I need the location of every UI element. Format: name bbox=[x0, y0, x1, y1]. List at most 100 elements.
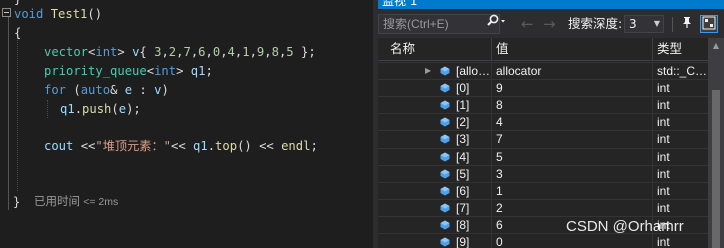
collapse-toggle-icon[interactable] bbox=[2, 8, 11, 17]
watch-row-value[interactable]: 1 bbox=[496, 183, 652, 199]
watch-row-name: [9] bbox=[456, 235, 470, 248]
watch-row-value[interactable]: 0 bbox=[496, 234, 652, 248]
watch-row-type: int bbox=[657, 149, 670, 164]
scroll-thumb[interactable] bbox=[712, 90, 720, 248]
variable-icon bbox=[440, 152, 450, 161]
watch-row[interactable]: [1] 8 int bbox=[378, 97, 708, 113]
variable-icon bbox=[440, 117, 450, 127]
perf-tip-line: } 已用时间 <= 2ms bbox=[0, 193, 373, 211]
watch-row-name: [5] bbox=[456, 166, 470, 181]
perf-tip-time: <= 2ms bbox=[83, 196, 119, 208]
variable-icon bbox=[440, 237, 450, 247]
variable-icon bbox=[440, 203, 450, 213]
variable-icon bbox=[440, 66, 450, 76]
watch-row[interactable]: [3] 7 int bbox=[378, 131, 708, 147]
code-line-2: { bbox=[14, 26, 22, 40]
watch-row-value[interactable]: 4 bbox=[496, 114, 652, 130]
variable-icon bbox=[440, 100, 450, 110]
watch-row[interactable]: [2] 4 int bbox=[378, 114, 708, 130]
watch-row-value[interactable]: 2 bbox=[496, 200, 652, 216]
variable-icon bbox=[440, 186, 450, 196]
perf-tip-label: 已用时间 bbox=[34, 196, 80, 208]
column-header-type[interactable]: 类型 bbox=[657, 38, 682, 60]
variable-icon bbox=[440, 83, 450, 93]
screenshot-root: } void Test1() { vector<int> v{ 3,2,7,6,… bbox=[0, 0, 724, 248]
watch-row-type: int bbox=[657, 183, 670, 198]
search-button[interactable] bbox=[486, 14, 516, 34]
search-depth-value: 3 bbox=[629, 17, 637, 31]
watch-row-type: std::_C… bbox=[657, 64, 707, 78]
search-input[interactable]: 搜索(Ctrl+E) bbox=[378, 14, 500, 34]
search-depth-label: 搜索深度: bbox=[568, 16, 623, 31]
watch-row-type: int bbox=[657, 235, 670, 248]
search-backward-button[interactable]: ← bbox=[521, 14, 534, 34]
watch-row-value[interactable]: 9 bbox=[496, 80, 652, 96]
watch-row-value[interactable]: 8 bbox=[496, 97, 652, 113]
watch-row[interactable]: [6] 1 int bbox=[378, 183, 708, 199]
column-header-value[interactable]: 值 bbox=[496, 38, 509, 60]
watch-row[interactable]: [4] 5 int bbox=[378, 149, 708, 165]
pin-icon bbox=[680, 17, 694, 32]
variable-icon bbox=[440, 169, 450, 179]
watch-row-type: int bbox=[657, 81, 670, 96]
watch-row-name: [8] bbox=[456, 217, 470, 232]
watch-window-title[interactable]: 监视 1 bbox=[378, 0, 724, 9]
hex-display-toggle[interactable] bbox=[700, 15, 718, 33]
watch-row-name: [1] bbox=[456, 98, 470, 113]
watch-row-type: int bbox=[657, 166, 670, 181]
search-icon bbox=[486, 14, 508, 32]
watch-row-name: [4] bbox=[456, 149, 470, 164]
scroll-up-icon[interactable]: ▲ bbox=[708, 38, 724, 54]
closing-brace: } bbox=[13, 195, 21, 209]
watch-row-name: [7] bbox=[456, 200, 470, 215]
watch-row-name: [allo… bbox=[456, 64, 491, 78]
watch-row-value[interactable]: 3 bbox=[496, 166, 652, 182]
code-line-7: cout <<"堆顶元素："<< q1.top() << endl; bbox=[44, 139, 318, 153]
watch-row[interactable]: [9] 0 int bbox=[378, 234, 708, 248]
code-line-3: vector<int> v{ 3,2,7,6,0,4,1,9,8,5 }; bbox=[44, 45, 316, 59]
code-line-1: void Test1() bbox=[14, 7, 103, 21]
watch-row-type: int bbox=[657, 115, 670, 130]
column-resize-handle[interactable] bbox=[491, 38, 492, 60]
search-forward-button[interactable]: → bbox=[543, 14, 556, 34]
outline-margin bbox=[8, 14, 9, 210]
watch-row-name: [3] bbox=[456, 132, 470, 147]
watermark: CSDN @Orhamrr bbox=[566, 218, 684, 235]
watch-row[interactable]: [7] 2 int bbox=[378, 200, 708, 216]
code-line-5: for (auto& e : v) bbox=[44, 83, 169, 97]
watch-window: 监视 1 搜索(Ctrl+E) ← → 搜索深度: 3 ▼ 名称 值 类型 ▶ … bbox=[378, 0, 724, 248]
watch-row-value[interactable]: 7 bbox=[496, 131, 652, 147]
chevron-down-icon: ▼ bbox=[653, 19, 660, 28]
watch-row-value[interactable]: allocator bbox=[496, 63, 652, 79]
indent-guide bbox=[47, 100, 48, 118]
watch-row[interactable]: [5] 3 int bbox=[378, 166, 708, 182]
indent-guide bbox=[17, 36, 18, 191]
watch-row-name: [0] bbox=[456, 81, 470, 96]
column-resize-handle[interactable] bbox=[652, 38, 653, 60]
hex-icon bbox=[702, 16, 716, 33]
watch-row[interactable]: ▶ [allo… allocator std::_C… bbox=[378, 63, 708, 79]
code-line-6: q1.push(e); bbox=[60, 102, 141, 116]
watch-row-value[interactable]: 5 bbox=[496, 149, 652, 165]
column-header-name[interactable]: 名称 bbox=[390, 38, 415, 60]
toolbar-divider bbox=[672, 17, 673, 32]
watch-column-header: 名称 值 类型 bbox=[378, 38, 708, 61]
arrow-left-icon: ← bbox=[521, 15, 534, 33]
code-area[interactable]: } void Test1() { vector<int> v{ 3,2,7,6,… bbox=[0, 0, 373, 210]
code-editor[interactable]: } void Test1() { vector<int> v{ 3,2,7,6,… bbox=[0, 0, 373, 248]
pin-button[interactable] bbox=[678, 15, 696, 33]
watch-row-type: int bbox=[657, 132, 670, 147]
watch-row-type: int bbox=[657, 200, 670, 215]
expand-arrow-icon[interactable]: ▶ bbox=[425, 65, 431, 77]
watch-row-type: int bbox=[657, 98, 670, 113]
perf-tip[interactable]: 已用时间 <= 2ms bbox=[34, 193, 118, 211]
watch-row[interactable]: [0] 9 int bbox=[378, 80, 708, 96]
watch-row-name: [2] bbox=[456, 115, 470, 130]
vertical-scrollbar[interactable]: ▲ bbox=[708, 38, 724, 248]
arrow-right-icon: → bbox=[543, 15, 556, 33]
watch-row-name: [6] bbox=[456, 183, 470, 198]
watch-toolbar: 搜索(Ctrl+E) ← → 搜索深度: 3 ▼ bbox=[378, 10, 724, 38]
search-depth-select[interactable]: 3 ▼ bbox=[624, 15, 664, 33]
code-line-4: priority_queue<int> q1; bbox=[44, 64, 213, 78]
variable-icon bbox=[440, 134, 450, 144]
